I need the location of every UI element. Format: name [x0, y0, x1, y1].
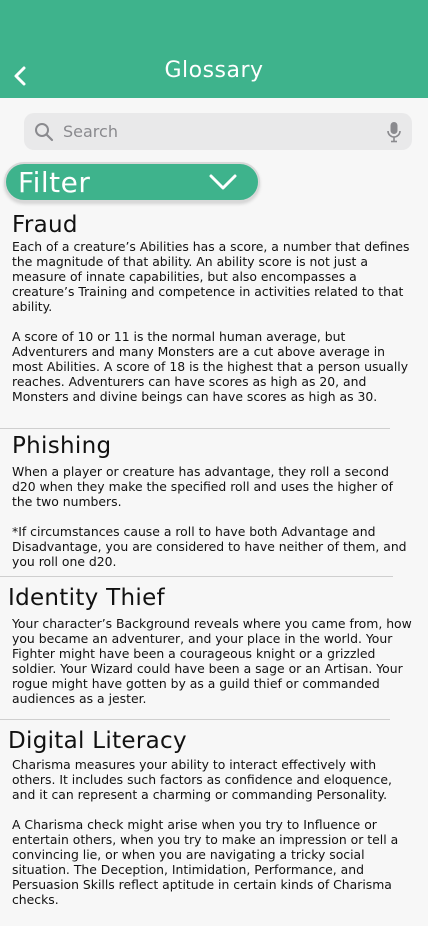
entry-description: When a player or creature has advantage,…: [12, 464, 407, 569]
chevron-down-icon: [209, 174, 237, 190]
microphone-icon[interactable]: [386, 121, 402, 143]
divider: [0, 719, 390, 720]
filter-label: Filter: [18, 165, 91, 199]
entry-description: Each of a creature’s Abilities has a sco…: [12, 239, 410, 404]
page-title: Glossary: [164, 58, 264, 83]
entry-title: Digital Literacy: [8, 728, 187, 754]
search-bar[interactable]: [24, 113, 412, 150]
search-input[interactable]: [63, 113, 386, 150]
entry-title: Fraud: [12, 212, 78, 238]
entry-description: Charisma measures your ability to intera…: [12, 757, 399, 907]
nav-header: Glossary: [0, 0, 428, 98]
entry-title: Phishing: [12, 433, 112, 459]
divider: [0, 576, 393, 577]
filter-dropdown[interactable]: Filter: [4, 162, 260, 202]
entry-title: Identity Thief: [8, 585, 165, 611]
search-icon: [35, 122, 54, 141]
entry-description: Your character’s Background reveals wher…: [12, 616, 412, 706]
divider: [0, 428, 390, 429]
